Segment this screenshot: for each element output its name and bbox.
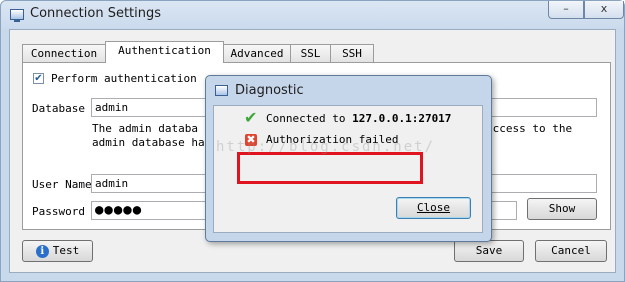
connected-prefix: Connected to <box>266 112 353 125</box>
title-bar[interactable]: Connection Settings – x <box>1 1 624 29</box>
save-button[interactable]: Save <box>454 240 524 262</box>
tab-advanced[interactable]: Advanced <box>223 44 291 62</box>
error-highlight-box <box>237 152 423 184</box>
tab-ssh[interactable]: SSH <box>330 44 374 62</box>
cancel-button[interactable]: Cancel <box>535 240 607 262</box>
perform-authentication-checkbox[interactable]: ✔ <box>33 73 44 84</box>
database-description-line1: The admin databa <box>92 122 198 135</box>
tab-ssl[interactable]: SSL <box>290 44 331 62</box>
database-label: Database <box>32 102 85 115</box>
dialog-app-icon <box>215 85 228 96</box>
dialog-title: Diagnostic <box>235 83 304 98</box>
connected-host: 127.0.0.1:27017 <box>352 112 452 125</box>
tab-authentication[interactable]: Authentication <box>105 41 224 63</box>
window-title: Connection Settings <box>30 6 162 21</box>
minimize-button[interactable]: – <box>548 1 584 19</box>
test-button-label: Test <box>52 244 80 257</box>
database-description-line1-right: access to the <box>486 122 573 135</box>
watermark: http://blog.csdn.net/ <box>216 139 436 155</box>
dialog-close-button[interactable]: Close <box>396 197 471 219</box>
info-icon: i <box>35 244 49 258</box>
window-app-icon <box>10 9 24 22</box>
tab-connection[interactable]: Connection <box>22 44 106 62</box>
checkmark-icon: ✔ <box>244 108 258 127</box>
database-description-line2: admin database have <box>92 136 218 149</box>
password-label: Password <box>32 205 85 218</box>
test-button[interactable]: i Test <box>22 240 93 262</box>
close-window-button[interactable]: x <box>584 1 624 19</box>
connected-status: Connected to 127.0.0.1:27017 <box>266 112 451 125</box>
show-password-button[interactable]: Show <box>527 198 597 220</box>
username-label: User Name <box>32 178 92 191</box>
perform-authentication-label: Perform authentication <box>51 72 197 85</box>
